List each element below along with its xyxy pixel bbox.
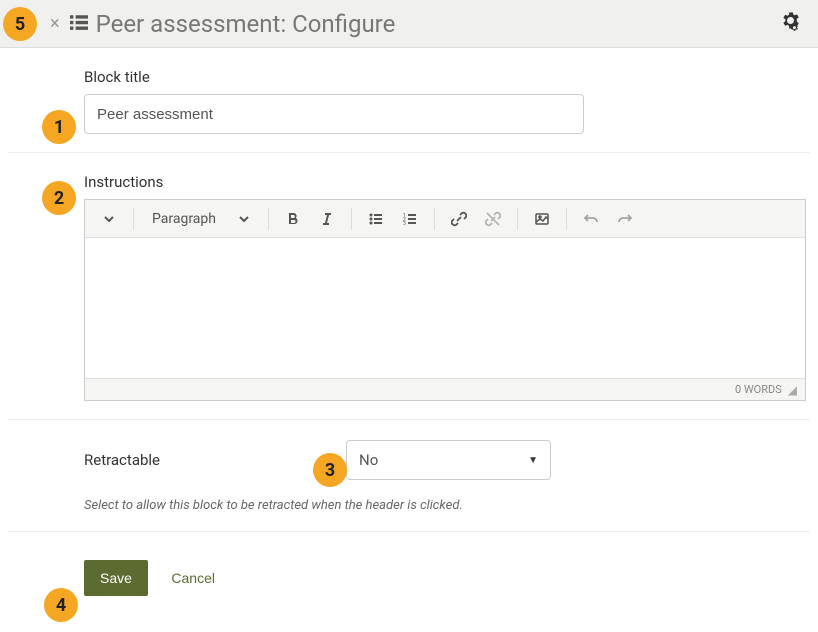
image-icon[interactable]: [526, 204, 558, 234]
italic-icon[interactable]: [311, 204, 343, 234]
svg-text:3: 3: [403, 221, 406, 227]
settings-icon[interactable]: [780, 10, 808, 38]
form-actions: Save Cancel: [8, 532, 810, 596]
chevron-down-icon[interactable]: [228, 204, 260, 234]
toolbar-separator: [268, 208, 269, 230]
annotation-4: 4: [44, 588, 78, 622]
retractable-help: Select to allow this block to be retract…: [84, 498, 810, 513]
toolbar-separator: [517, 208, 518, 230]
annotation-1: 1: [42, 110, 76, 144]
caret-down-icon: ▼: [528, 455, 538, 466]
rich-text-editor: Paragraph 123: [84, 199, 806, 401]
resize-handle-icon[interactable]: ◢: [788, 383, 797, 397]
retractable-select[interactable]: No ▼: [346, 440, 551, 480]
retractable-label: Retractable: [84, 451, 346, 469]
numbered-list-icon[interactable]: 123: [394, 204, 426, 234]
block-title-label: Block title: [84, 68, 810, 86]
list-icon: [70, 13, 88, 35]
annotation-5: 5: [3, 7, 37, 41]
undo-icon[interactable]: [575, 204, 607, 234]
block-title-input[interactable]: [84, 94, 584, 134]
close-icon[interactable]: ×: [50, 15, 60, 33]
link-icon[interactable]: [443, 204, 475, 234]
editor-toolbar: Paragraph 123: [85, 200, 805, 238]
annotation-3: 3: [313, 453, 347, 487]
bold-icon[interactable]: [277, 204, 309, 234]
toolbar-separator: [351, 208, 352, 230]
cancel-button[interactable]: Cancel: [159, 560, 227, 596]
format-select[interactable]: Paragraph: [142, 204, 226, 234]
toolbar-separator: [133, 208, 134, 230]
toolbar-separator: [566, 208, 567, 230]
block-title-section: Block title: [8, 48, 810, 153]
instructions-label: Instructions: [84, 173, 810, 191]
unlink-icon[interactable]: [477, 204, 509, 234]
toolbar-separator: [434, 208, 435, 230]
page-title: Peer assessment: Configure: [96, 10, 396, 38]
editor-footer: 0 WORDS ◢: [85, 378, 805, 400]
save-button[interactable]: Save: [84, 560, 148, 596]
bullet-list-icon[interactable]: [360, 204, 392, 234]
retractable-value: No: [359, 451, 378, 469]
header-bar: × Peer assessment: Configure: [0, 0, 818, 48]
menu-expand-icon[interactable]: [93, 204, 125, 234]
editor-content-area[interactable]: [85, 238, 805, 378]
annotation-2: 2: [42, 181, 76, 215]
instructions-section: Instructions Paragraph: [8, 153, 810, 420]
word-count: 0 WORDS: [735, 383, 782, 396]
retractable-section: Retractable No ▼ Select to allow this bl…: [8, 420, 810, 532]
paragraph-label: Paragraph: [152, 211, 216, 227]
redo-icon[interactable]: [609, 204, 641, 234]
